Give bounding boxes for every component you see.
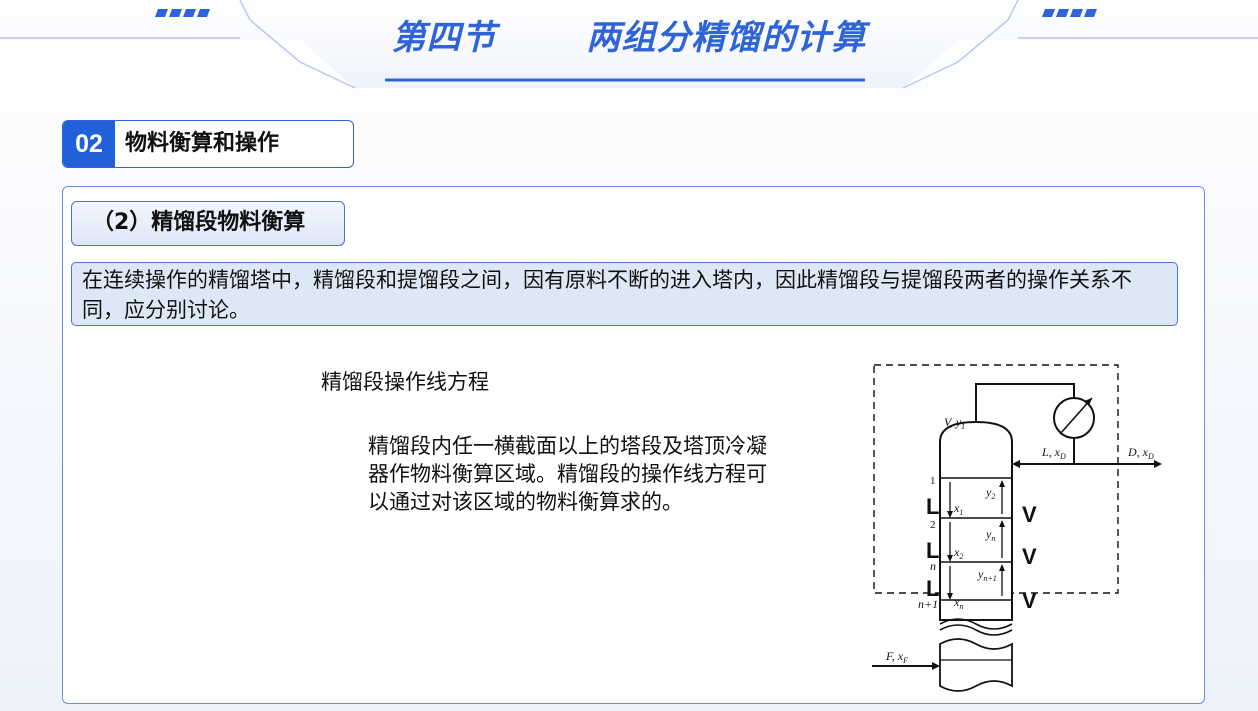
page-title: 第四节 两组分精馏的计算	[0, 10, 1258, 59]
plate-1-label: 1	[930, 475, 936, 487]
section-title: 第四节	[391, 18, 497, 58]
operating-line-heading: 精馏段操作线方程	[321, 370, 489, 394]
vapor-flow-label-1: V	[1022, 502, 1037, 527]
liquid-flow-label-1: L	[926, 494, 939, 519]
distillate-label: D, xD	[1127, 445, 1154, 461]
liquid-flow-label-2: L	[926, 538, 939, 563]
section-number: 02	[63, 121, 115, 167]
section-header: 02 物料衡算和操作	[62, 120, 354, 168]
column-lower	[939, 638, 1013, 692]
intro-text: 在连续操作的精馏塔中，精馏段和提馏段之间，因有原料不断的进入塔内，因此精馏段与提…	[71, 262, 1178, 326]
vapor-flow-label-2: V	[1022, 544, 1037, 569]
description-text: 精馏段内任一横截面以上的塔段及塔顶冷凝器作物料衡算区域。精馏段的操作线方程可以通…	[368, 434, 767, 514]
vapor-top-label: V, y1	[944, 415, 965, 431]
reflux-label: L, xD	[1041, 445, 1066, 461]
subsection-heading: （2）精馏段物料衡算	[71, 201, 345, 246]
column-shell	[939, 420, 1013, 621]
section-label: 物料衡算和操作	[125, 131, 280, 156]
liquid-flow-label-3: L	[926, 576, 939, 601]
topic-title: 两组分精馏的计算	[586, 18, 867, 58]
rectifying-column-diagram: V, y1 L, xD D, xD F, xF 1 2 n n+1 L L L …	[872, 364, 1162, 692]
feed-label: F, xF	[885, 649, 908, 665]
plate-2-label: 2	[930, 519, 936, 531]
vapor-flow-label-3: V	[1022, 588, 1037, 613]
